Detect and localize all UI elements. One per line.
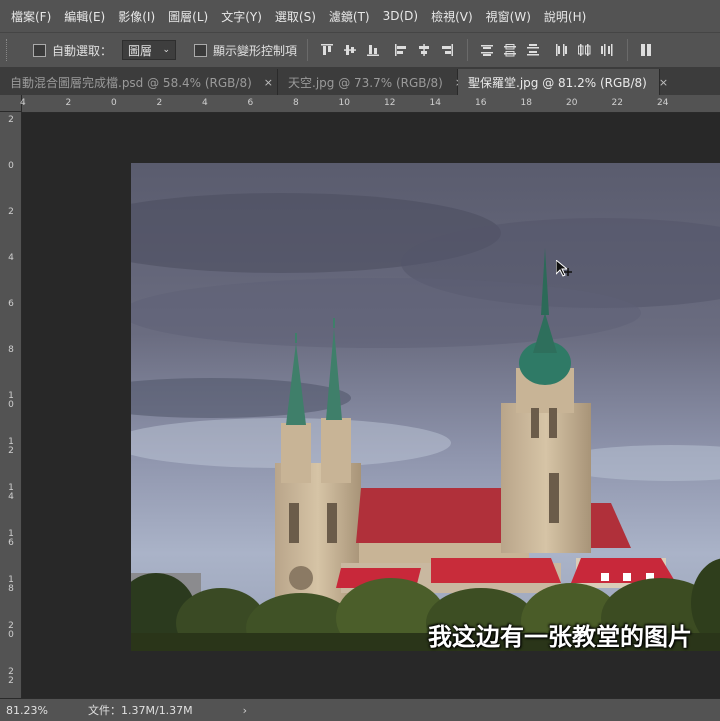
video-subtitle: 我这边有一张教堂的图片: [428, 623, 692, 651]
ruler-tick-label: 2: [8, 115, 14, 125]
menu-edit[interactable]: 編輯(E): [64, 8, 105, 25]
ruler-horizontal[interactable]: 4 2 0 2 4 6 8 10 12 14 16 18 20 22 24: [20, 95, 720, 113]
menu-type[interactable]: 文字(Y): [221, 8, 262, 25]
ruler-tick-label: 4: [202, 98, 208, 108]
ruler-corner[interactable]: [0, 95, 22, 112]
canvas-area[interactable]: 我这边有一张教堂的图片: [22, 113, 720, 698]
auto-select-target-dropdown[interactable]: 圖層 ⌄: [122, 40, 177, 60]
ruler-tick-label: 2: [156, 98, 163, 108]
ruler-tick-label: 8: [8, 345, 14, 355]
divider: [467, 39, 469, 61]
ruler-tick-label: 0: [111, 98, 117, 108]
ruler-tick-label: 1 4: [8, 483, 14, 502]
divider: [307, 39, 309, 61]
align-bottom-icon[interactable]: [363, 40, 383, 60]
ruler-tick-label: 16: [475, 98, 487, 108]
ruler-tick-label: 4: [20, 98, 26, 108]
ruler-tick-label: 6: [247, 98, 254, 108]
auto-align-icon[interactable]: [637, 40, 657, 60]
ruler-tick-label: 0: [8, 161, 14, 171]
tab-sky-jpg[interactable]: 天空.jpg @ 73.7% (RGB/8) ×: [278, 69, 464, 95]
close-icon[interactable]: ×: [264, 76, 273, 89]
ruler-tick-label: 1 6: [8, 529, 14, 548]
menu-file[interactable]: 檔案(F): [11, 8, 51, 25]
auto-select-target-value: 圖層: [128, 43, 153, 58]
ruler-tick-label: 4: [8, 253, 14, 263]
close-icon[interactable]: ×: [659, 76, 668, 89]
ruler-tick-label: 8: [293, 98, 299, 108]
menu-layer[interactable]: 圖層(L): [168, 8, 208, 25]
tab-st-paul-church-jpg[interactable]: 聖保羅堂.jpg @ 81.2% (RGB/8) ×: [458, 69, 668, 95]
auto-select-checkbox[interactable]: [33, 43, 46, 57]
menu-3d[interactable]: 3D(D): [383, 9, 418, 23]
ruler-tick-label: 6: [8, 299, 14, 309]
move-cursor-icon: [555, 258, 578, 286]
distribute-horizontal-center-icon[interactable]: [574, 40, 594, 60]
ruler-vertical[interactable]: 2 0 2 4 6 8 1 0 1 2 1 4 1 6 1 8 2 0 2 2: [0, 112, 22, 698]
align-left-icon[interactable]: [391, 40, 411, 60]
menu-window[interactable]: 視窗(W): [486, 8, 531, 25]
distribute-bottom-icon[interactable]: [523, 40, 543, 60]
menu-help[interactable]: 說明(H): [544, 8, 586, 25]
align-right-icon[interactable]: [437, 40, 457, 60]
tab-auto-blend-psd[interactable]: 自動混合圖層完成檔.psd @ 58.4% (RGB/8) ×: [0, 69, 278, 95]
ruler-tick-label: 20: [566, 98, 578, 108]
menu-filter[interactable]: 濾鏡(T): [329, 8, 370, 25]
ruler-tick-label: 2: [8, 207, 14, 217]
menu-select[interactable]: 選取(S): [275, 8, 316, 25]
tab-label: 天空.jpg @ 73.7% (RGB/8): [288, 75, 443, 90]
menu-view[interactable]: 檢視(V): [431, 8, 473, 25]
options-bar: 自動選取： 圖層 ⌄ 顯示變形控制項: [0, 32, 720, 67]
ruler-tick-label: 18: [520, 98, 532, 108]
ruler-tick-label: 24: [657, 98, 669, 108]
menu-image[interactable]: 影像(I): [118, 8, 155, 25]
ruler-tick-label: 12: [384, 98, 396, 108]
show-transform-checkbox[interactable]: [194, 43, 208, 57]
ruler-tick-label: 1 0: [8, 391, 14, 410]
tab-label: 自動混合圖層完成檔.psd @ 58.4% (RGB/8): [10, 75, 252, 90]
ruler-tick-label: 14: [429, 98, 441, 108]
tab-label: 聖保羅堂.jpg @ 81.2% (RGB/8): [468, 75, 647, 90]
church-photo-illustration: [131, 163, 720, 651]
menu-bar: 檔案(F) 編輯(E) 影像(I) 圖層(L) 文字(Y) 選取(S) 濾鏡(T…: [0, 0, 720, 32]
align-top-icon[interactable]: [317, 40, 337, 60]
align-horizontal-center-icon[interactable]: [414, 40, 434, 60]
chevron-down-icon: ⌄: [162, 45, 171, 55]
ruler-tick-label: 1 8: [8, 575, 14, 594]
ruler-tick-label: 1 2: [8, 437, 14, 456]
distribute-vertical-center-icon[interactable]: [500, 40, 520, 60]
distribute-right-icon[interactable]: [597, 40, 617, 60]
distribute-top-icon[interactable]: [477, 40, 497, 60]
church-photo[interactable]: [131, 163, 720, 651]
distribute-left-icon[interactable]: [551, 40, 571, 60]
show-transform-label: 顯示變形控制項: [213, 43, 298, 58]
status-menu-arrow-icon[interactable]: ›: [243, 704, 247, 717]
align-vertical-center-icon[interactable]: [340, 40, 360, 60]
ruler-tick-label: 22: [611, 98, 623, 108]
divider: [627, 39, 629, 61]
document-tab-bar: 自動混合圖層完成檔.psd @ 58.4% (RGB/8) × 天空.jpg @…: [0, 67, 720, 95]
document-size-info: 文件：1.37M/1.37M: [88, 704, 193, 717]
ruler-tick-label: 10: [338, 98, 350, 108]
zoom-level-field[interactable]: 81.23%: [6, 704, 54, 717]
status-bar: 81.23% 文件：1.37M/1.37M ›: [0, 698, 720, 721]
ruler-tick-label: 2 2: [8, 667, 14, 686]
auto-select-label: 自動選取：: [52, 43, 113, 58]
ruler-tick-label: 2 0: [8, 621, 14, 640]
options-bar-grip[interactable]: [6, 39, 13, 61]
ruler-tick-label: 2: [65, 98, 72, 108]
